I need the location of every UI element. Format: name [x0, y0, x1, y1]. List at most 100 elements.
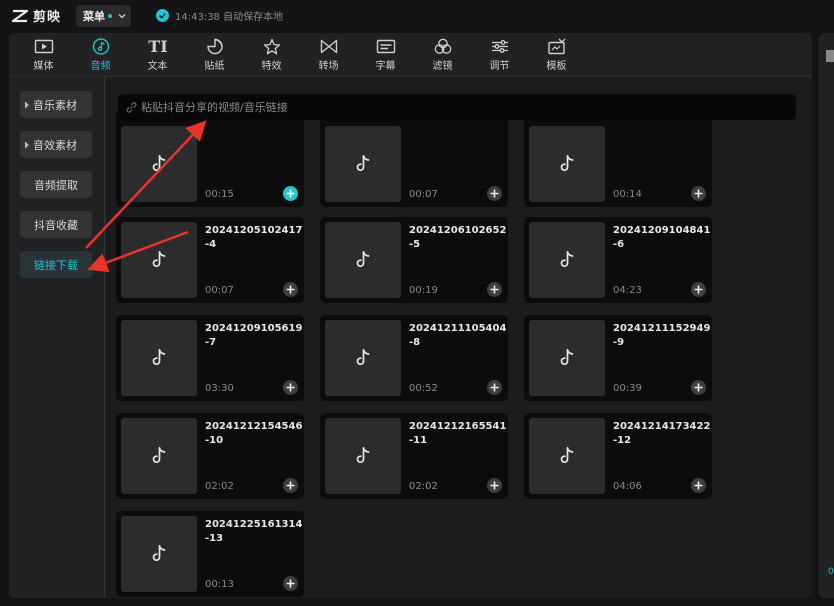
- add-to-timeline-button[interactable]: [283, 282, 298, 297]
- media-icon: [34, 39, 53, 54]
- audio-thumbnail: [325, 320, 401, 396]
- audio-card[interactable]: 00:14: [524, 109, 712, 207]
- tab-effects[interactable]: 特效: [243, 33, 300, 76]
- editor-window: 剪映 菜单 14:43:38 自动保存本地 媒体 音频 TI 文本 贴纸 特效 转场 字幕 滤镜…: [0, 0, 834, 606]
- chevron-down-icon: [118, 14, 126, 19]
- link-input[interactable]: 粘贴抖音分享的视频/音乐链接: [118, 94, 796, 120]
- check-circle-icon: [156, 9, 169, 22]
- add-to-timeline-button[interactable]: [691, 186, 706, 201]
- add-to-timeline-button[interactable]: [283, 478, 298, 493]
- subtitle-icon: [376, 39, 395, 54]
- audio-sidebar: 音乐素材音效素材音频提取抖音收藏链接下载: [9, 77, 105, 598]
- plus-icon: [286, 481, 295, 490]
- tab-media[interactable]: 媒体: [15, 33, 72, 76]
- sidebar-item-label: 音乐素材: [33, 98, 77, 112]
- tab-transition[interactable]: 转场: [300, 33, 357, 76]
- app-name: 剪映: [33, 10, 62, 25]
- plus-icon: [694, 285, 703, 294]
- audio-duration: 00:07: [409, 189, 438, 200]
- add-to-timeline-button[interactable]: [283, 576, 298, 591]
- tiktok-note-icon: [356, 251, 370, 267]
- tiktok-note-icon: [152, 545, 166, 561]
- sidebar-item[interactable]: 音效素材: [20, 131, 92, 158]
- tab-label: 贴纸: [204, 61, 225, 72]
- tab-template[interactable]: 模板: [528, 33, 585, 76]
- add-to-timeline-button[interactable]: [691, 282, 706, 297]
- audio-card[interactable]: 20241206102652-5 00:19: [320, 217, 508, 303]
- tab-label: 媒体: [33, 61, 54, 72]
- plus-icon: [490, 481, 499, 490]
- audio-card[interactable]: 20241211152949-9 00:39: [524, 315, 712, 401]
- audio-card[interactable]: 20241209105619-7 03:30: [116, 315, 304, 401]
- audio-card[interactable]: 20241212154546-10 02:02: [116, 413, 304, 499]
- audio-card[interactable]: 20241212165541-11 02:02: [320, 413, 508, 499]
- player-panel-text: 0: [828, 567, 834, 577]
- tab-audio[interactable]: 音频: [72, 33, 129, 76]
- add-to-timeline-button[interactable]: [691, 380, 706, 395]
- transition-icon: [320, 39, 337, 54]
- menu-notification-dot: [108, 14, 112, 18]
- audio-duration: 00:52: [409, 383, 438, 394]
- tab-sticker[interactable]: 贴纸: [186, 33, 243, 76]
- audio-thumbnail: [121, 516, 197, 592]
- tab-label: 音频: [90, 61, 111, 72]
- tab-subtitle[interactable]: 字幕: [357, 33, 414, 76]
- app-logo: 剪映: [11, 6, 61, 25]
- tab-label: 字幕: [375, 61, 396, 72]
- tab-filter[interactable]: 滤镜: [414, 33, 471, 76]
- add-to-timeline-button[interactable]: [487, 186, 502, 201]
- audio-thumbnail: [529, 126, 605, 202]
- link-download-content: 00:15 00:07 00:14 20241205102417-4 00:07 2024…: [106, 77, 812, 598]
- audio-card[interactable]: 20241214173422-12 04:06: [524, 413, 712, 499]
- audio-title: 20241211152949-9: [613, 323, 711, 348]
- audio-title: 20241214173422-12: [613, 421, 711, 446]
- audio-duration: 00:13: [205, 579, 234, 590]
- plus-icon: [694, 481, 703, 490]
- media-library-panel: 媒体 音频 TI 文本 贴纸 特效 转场 字幕 滤镜 调节 模板 音乐素材音效素材音频提取抖音收藏链…: [9, 33, 812, 598]
- tiktok-note-icon: [152, 251, 166, 267]
- audio-title: 20241212165541-11: [409, 421, 507, 446]
- tiktok-note-icon: [560, 251, 574, 267]
- tiktok-note-icon: [560, 155, 574, 171]
- audio-card[interactable]: 20241225161314-13 00:13: [116, 511, 304, 597]
- sidebar-item[interactable]: 链接下载: [20, 251, 92, 278]
- audio-grid: 00:15 00:07 00:14 20241205102417-4 00:07 2024…: [116, 77, 812, 598]
- audio-card[interactable]: 00:07: [320, 109, 508, 207]
- sidebar-item[interactable]: 音乐素材: [20, 91, 92, 118]
- audio-duration: 00:14: [613, 189, 642, 200]
- plus-icon: [490, 383, 499, 392]
- tiktok-note-icon: [356, 349, 370, 365]
- audio-card[interactable]: 20241211105404-8 00:52: [320, 315, 508, 401]
- top-bar: 剪映 菜单 14:43:38 自动保存本地: [0, 0, 834, 32]
- add-to-timeline-button[interactable]: [487, 282, 502, 297]
- audio-title: 20241205102417-4: [205, 225, 303, 250]
- tiktok-note-icon: [152, 349, 166, 365]
- sidebar-item[interactable]: 抖音收藏: [20, 211, 92, 238]
- plus-icon: [490, 285, 499, 294]
- audio-thumbnail: [121, 418, 197, 494]
- audio-card[interactable]: 00:15: [116, 109, 304, 207]
- sidebar-item[interactable]: 音频提取: [20, 171, 92, 198]
- menu-button[interactable]: 菜单: [76, 5, 131, 27]
- audio-thumbnail: [121, 320, 197, 396]
- audio-card[interactable]: 20241205102417-4 00:07: [116, 217, 304, 303]
- tiktok-note-icon: [560, 447, 574, 463]
- audio-duration: 00:15: [205, 189, 234, 200]
- tab-label: 文本: [147, 61, 168, 72]
- tab-label: 模板: [546, 61, 567, 72]
- tab-adjust[interactable]: 调节: [471, 33, 528, 76]
- add-to-timeline-button[interactable]: [487, 478, 502, 493]
- add-to-timeline-button[interactable]: [283, 186, 298, 201]
- audio-duration: 00:07: [205, 285, 234, 296]
- audio-card[interactable]: 20241209104841-6 04:23: [524, 217, 712, 303]
- add-to-timeline-button[interactable]: [283, 380, 298, 395]
- add-to-timeline-button[interactable]: [487, 380, 502, 395]
- add-to-timeline-button[interactable]: [691, 478, 706, 493]
- caret-right-icon: [25, 101, 29, 108]
- tab-label: 转场: [318, 61, 339, 72]
- tiktok-note-icon: [152, 155, 166, 171]
- tab-text[interactable]: TI 文本: [129, 33, 186, 76]
- audio-duration: 03:30: [205, 383, 234, 394]
- tab-label: 调节: [489, 61, 510, 72]
- adjust-icon: [491, 40, 508, 53]
